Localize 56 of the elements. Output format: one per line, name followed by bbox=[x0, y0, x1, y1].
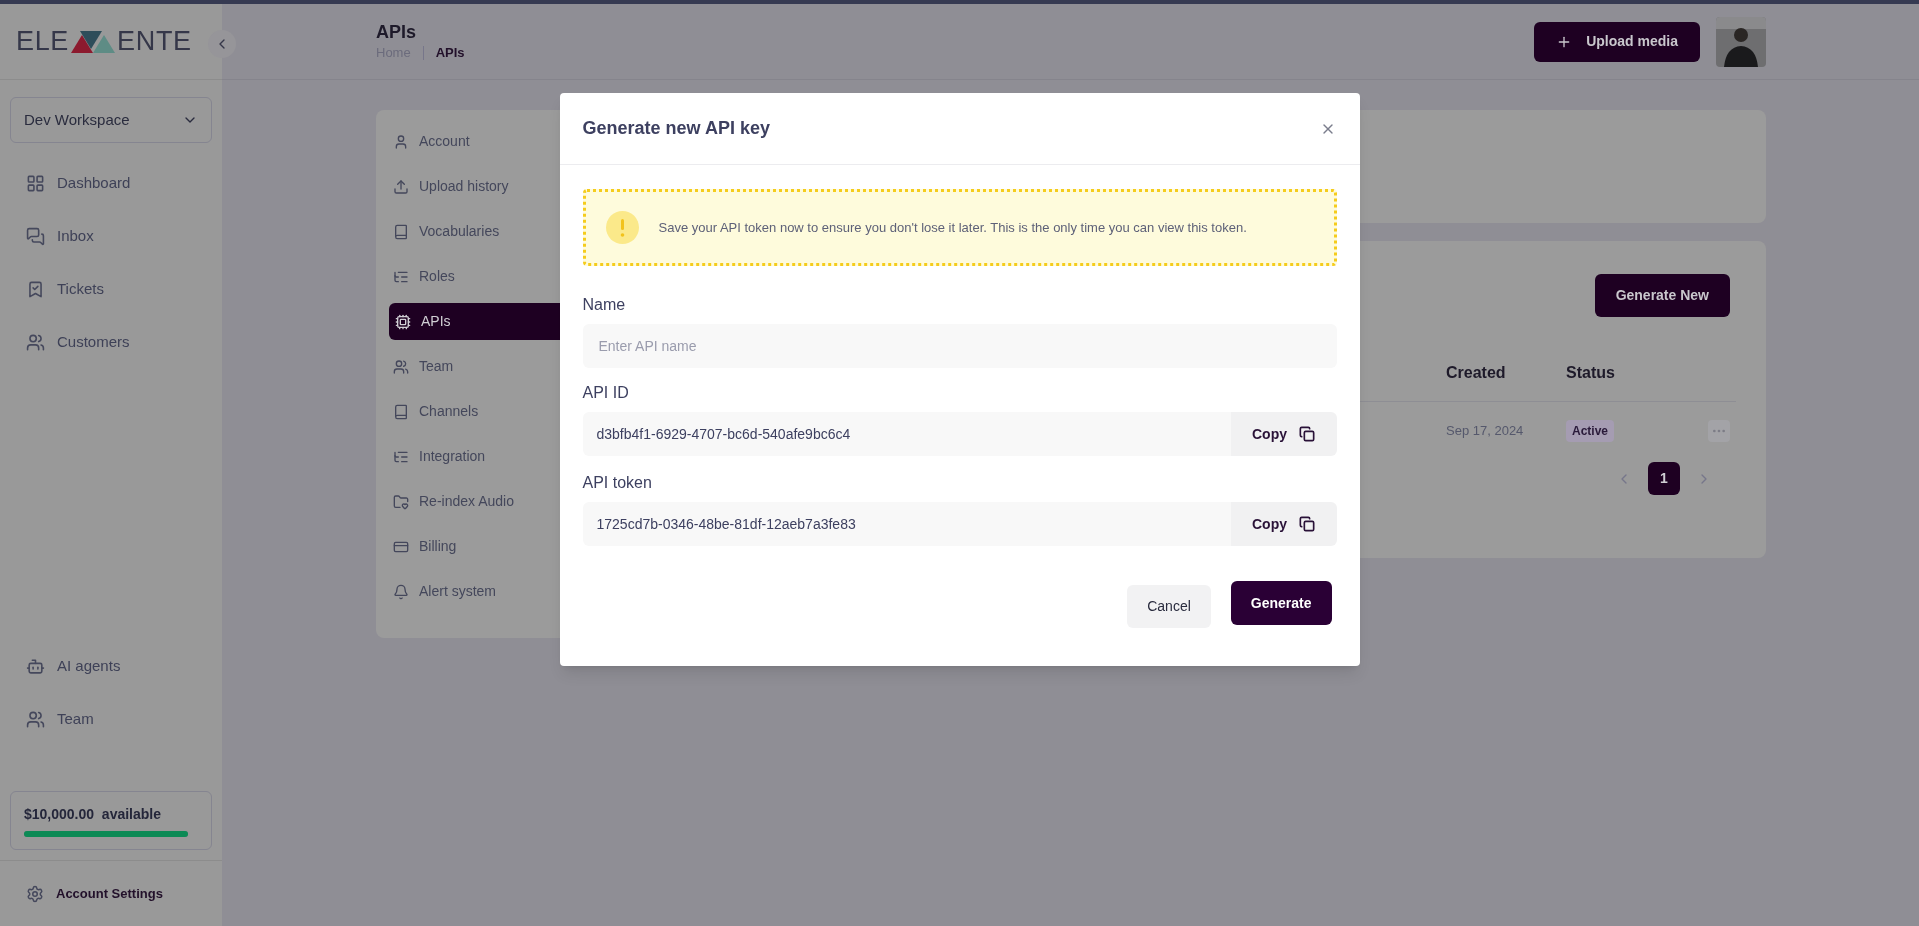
copy-icon bbox=[1299, 426, 1315, 442]
triangles-icon bbox=[71, 30, 116, 53]
modal-title: Generate new API key bbox=[582, 117, 770, 140]
book-icon bbox=[393, 403, 409, 420]
copy-button[interactable]: Copy bbox=[1230, 502, 1337, 546]
user-icon bbox=[393, 133, 409, 150]
readonly-field: 1725cd7b-0346-48be-81df-12aeb7a3fe83 bbox=[582, 502, 1231, 546]
nav-item[interactable]: Inbox bbox=[0, 210, 222, 263]
balance-text: $10,000.00 available bbox=[24, 805, 162, 824]
users-icon bbox=[26, 333, 45, 352]
users-icon bbox=[26, 710, 45, 729]
collapse-button[interactable] bbox=[208, 30, 236, 58]
logo: ELE ENTE bbox=[16, 25, 192, 59]
page-title: APIs bbox=[376, 20, 418, 43]
cancel-button[interactable]: Cancel bbox=[1127, 585, 1211, 628]
settings-menu-item[interactable]: Vocabularies bbox=[389, 213, 603, 250]
generate-new-button[interactable]: Generate New bbox=[1594, 274, 1730, 317]
upload-media-button[interactable]: Upload media bbox=[1534, 21, 1700, 62]
bell-icon bbox=[393, 583, 409, 600]
field-label: API ID bbox=[582, 383, 630, 403]
nav-item[interactable]: Team bbox=[0, 693, 222, 746]
upload-icon bbox=[393, 178, 409, 195]
book-icon bbox=[393, 223, 409, 240]
avatar[interactable] bbox=[1716, 16, 1766, 67]
settings-menu-item[interactable]: Alert system bbox=[389, 573, 603, 610]
settings-icon bbox=[26, 884, 44, 903]
chip-icon bbox=[395, 313, 411, 330]
settings-menu-item[interactable]: Upload history bbox=[389, 168, 603, 205]
warning-icon bbox=[605, 211, 639, 244]
settings-menu-item[interactable]: Roles bbox=[389, 258, 603, 295]
grid-icon bbox=[26, 174, 45, 193]
nav-item[interactable]: Dashboard bbox=[0, 157, 222, 210]
column-header: Status bbox=[1566, 363, 1616, 383]
breadcrumb-link[interactable]: APIs bbox=[435, 43, 465, 63]
status-badge: Active bbox=[1566, 420, 1615, 442]
bookmark-icon bbox=[26, 280, 45, 299]
table-cell-text: Sep 17, 2024 bbox=[1446, 422, 1525, 441]
account-settings-link[interactable]: Account Settings bbox=[26, 883, 163, 904]
workspace-select[interactable]: Dev Workspace bbox=[10, 97, 212, 143]
column-header: Created bbox=[1446, 363, 1507, 383]
copy-button[interactable]: Copy bbox=[1230, 412, 1337, 456]
page-button[interactable]: 1 bbox=[1648, 462, 1680, 495]
more-button[interactable] bbox=[1708, 420, 1730, 442]
copy-icon bbox=[1299, 516, 1315, 532]
nav-item[interactable]: AI agents bbox=[0, 640, 222, 693]
nav-item[interactable]: Customers bbox=[0, 316, 222, 369]
generate-button[interactable]: Generate bbox=[1230, 581, 1332, 625]
readonly-field: d3bfb4f1-6929-4707-bc6d-540afe9bc6c4 bbox=[582, 412, 1231, 456]
folder-icon bbox=[393, 493, 409, 510]
field-label: API token bbox=[582, 473, 653, 493]
name-field[interactable]: Enter API name bbox=[582, 324, 1337, 368]
bot-icon bbox=[26, 657, 45, 676]
nav-item[interactable]: Tickets bbox=[0, 263, 222, 316]
users-icon bbox=[393, 358, 409, 375]
chat-icon bbox=[26, 227, 45, 246]
warning-text: Save your API token now to ensure you don't lose it later. This is the only time you can view this token. bbox=[658, 218, 1247, 237]
